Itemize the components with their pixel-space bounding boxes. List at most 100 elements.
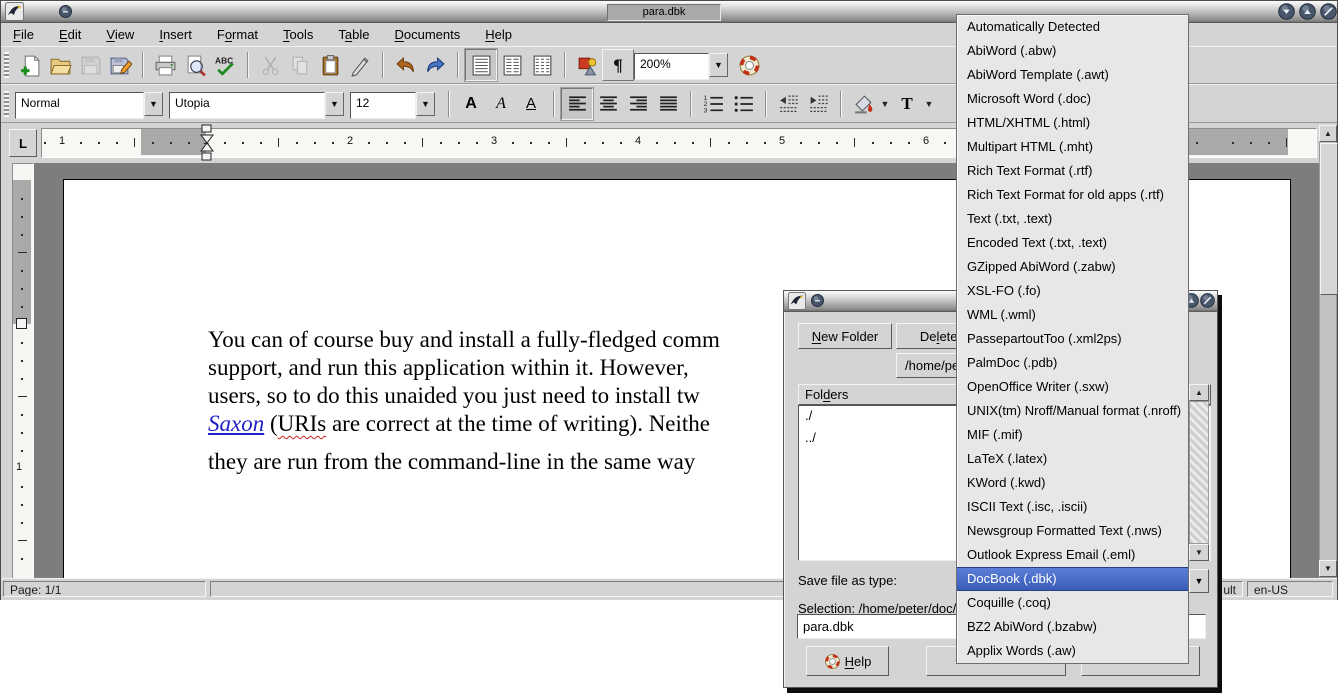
size-combobox-value[interactable]: 12 — [350, 92, 416, 119]
bullet-list-button[interactable] — [728, 89, 758, 119]
toolbar-grip[interactable] — [4, 91, 9, 117]
align-right-button[interactable] — [623, 89, 653, 119]
format-option[interactable]: Microsoft Word (.doc) — [957, 87, 1188, 111]
vertical-scrollbar[interactable]: ▲ ▼ — [1319, 125, 1337, 578]
help-lifebuoy-button[interactable] — [734, 50, 764, 80]
menu-documents[interactable]: Documents — [389, 25, 467, 44]
style-combobox-value[interactable]: Normal — [15, 92, 144, 119]
insert-image-button[interactable] — [572, 50, 602, 80]
align-left-button[interactable] — [561, 88, 593, 120]
fill-color-dropdown-arrow-icon[interactable]: ▼ — [878, 89, 892, 119]
scroll-down-icon[interactable]: ▼ — [1319, 560, 1337, 577]
paste-button[interactable] — [315, 50, 345, 80]
font-color-dropdown-arrow-icon[interactable]: ▼ — [922, 89, 936, 119]
style-combobox-arrow-icon[interactable]: ▼ — [144, 92, 163, 116]
save-as-button[interactable] — [105, 50, 135, 80]
format-option[interactable]: HTML/XHTML (.html) — [957, 111, 1188, 135]
view-normal-button[interactable] — [465, 49, 497, 81]
maximize-icon[interactable] — [1299, 3, 1316, 20]
format-option[interactable]: KWord (.kwd) — [957, 471, 1188, 495]
view-columns-2-button[interactable] — [497, 50, 527, 80]
view-columns-3-button[interactable] — [527, 50, 557, 80]
format-option[interactable]: PassepartoutToo (.xml2ps) — [957, 327, 1188, 351]
folder-list-item[interactable]: ../ — [799, 428, 977, 450]
font-color-button[interactable]: T — [892, 89, 922, 119]
indent-markers[interactable] — [197, 124, 217, 163]
dialog-close-icon[interactable] — [1200, 293, 1215, 308]
print-preview-button[interactable] — [180, 50, 210, 80]
file-type-combo-arrow-icon[interactable]: ▼ — [1189, 569, 1209, 593]
menu-format[interactable]: Format — [211, 25, 264, 44]
toolbar-grip[interactable] — [4, 52, 9, 78]
menu-table[interactable]: Table — [332, 25, 375, 44]
align-center-button[interactable] — [593, 89, 623, 119]
format-option[interactable]: Outlook Express Email (.eml) — [957, 543, 1188, 567]
format-option[interactable]: Applix Words (.aw) — [957, 639, 1188, 663]
dialog-window-menu-button[interactable] — [811, 294, 824, 307]
folder-list-item[interactable]: ./ — [799, 406, 977, 428]
unindent-button[interactable] — [773, 89, 803, 119]
folders-header[interactable]: Folders — [798, 384, 978, 405]
format-option[interactable]: BZ2 AbiWord (.bzabw) — [957, 615, 1188, 639]
files-scrollbar-track[interactable] — [1189, 401, 1209, 544]
format-option[interactable]: WML (.wml) — [957, 303, 1188, 327]
format-option[interactable]: GZipped AbiWord (.zabw) — [957, 255, 1188, 279]
scroll-up-icon[interactable]: ▲ — [1319, 125, 1337, 142]
format-option[interactable]: Text (.txt, .text) — [957, 207, 1188, 231]
top-margin-marker[interactable] — [16, 318, 27, 329]
format-option[interactable]: AbiWord (.abw) — [957, 39, 1188, 63]
format-option[interactable]: MIF (.mif) — [957, 423, 1188, 447]
size-combobox-arrow-icon[interactable]: ▼ — [416, 92, 435, 116]
undo-button[interactable] — [390, 50, 420, 80]
files-scroll-up-icon[interactable]: ▲ — [1189, 384, 1209, 401]
format-option[interactable]: LaTeX (.latex) — [957, 447, 1188, 471]
window-menu-button[interactable] — [59, 5, 72, 18]
format-option[interactable]: Multipart HTML (.mht) — [957, 135, 1188, 159]
open-folder-button[interactable] — [45, 50, 75, 80]
redo-button[interactable] — [420, 50, 450, 80]
format-option[interactable]: Newsgroup Formatted Text (.nws) — [957, 519, 1188, 543]
numbered-list-button[interactable]: 123 — [698, 89, 728, 119]
print-button[interactable] — [150, 50, 180, 80]
format-option-selected[interactable]: DocBook (.dbk) — [957, 567, 1188, 591]
menu-edit[interactable]: Edit — [53, 25, 87, 44]
help-button[interactable]: Help — [806, 646, 889, 676]
font-combobox-arrow-icon[interactable]: ▼ — [325, 92, 344, 116]
scrollbar-thumb[interactable] — [1320, 143, 1338, 295]
menu-view[interactable]: View — [100, 25, 140, 44]
format-option[interactable]: UNIX(tm) Nroff/Manual format (.nroff) — [957, 399, 1188, 423]
save-button[interactable] — [75, 50, 105, 80]
hyperlink[interactable]: Saxon — [208, 411, 264, 436]
pilcrow-button[interactable]: ¶ — [602, 49, 634, 81]
menu-insert[interactable]: Insert — [153, 25, 198, 44]
italic-button[interactable]: A — [486, 89, 516, 119]
size-combobox[interactable]: 12▼ — [350, 92, 435, 116]
close-icon[interactable] — [1320, 3, 1337, 20]
format-option[interactable]: Rich Text Format (.rtf) — [957, 159, 1188, 183]
tab-type-selector[interactable]: L — [9, 129, 37, 157]
format-option[interactable]: Encoded Text (.txt, .text) — [957, 231, 1188, 255]
format-option[interactable]: XSL-FO (.fo) — [957, 279, 1188, 303]
zoom-combobox[interactable]: 200%▼ — [634, 53, 728, 77]
menu-tools[interactable]: Tools — [277, 25, 319, 44]
fill-color-button[interactable] — [848, 89, 878, 119]
format-option[interactable]: Automatically Detected — [957, 15, 1188, 39]
folders-list[interactable]: ./../ — [798, 405, 978, 561]
bold-button[interactable]: A — [456, 89, 486, 119]
font-combobox-value[interactable]: Utopia — [169, 92, 325, 119]
format-option[interactable]: AbiWord Template (.awt) — [957, 63, 1188, 87]
zoom-combobox-arrow-icon[interactable]: ▼ — [709, 53, 728, 77]
shade-icon[interactable] — [1278, 3, 1295, 20]
format-option[interactable]: ISCII Text (.isc, .iscii) — [957, 495, 1188, 519]
format-option[interactable]: Rich Text Format for old apps (.rtf) — [957, 183, 1188, 207]
new-folder-button[interactable]: New Folder — [798, 323, 892, 349]
font-combobox[interactable]: Utopia▼ — [169, 92, 344, 116]
format-option[interactable]: Coquille (.coq) — [957, 591, 1188, 615]
format-option[interactable]: PalmDoc (.pdb) — [957, 351, 1188, 375]
menu-help[interactable]: Help — [479, 25, 518, 44]
copy-button[interactable] — [285, 50, 315, 80]
menu-file[interactable]: File — [7, 25, 40, 44]
cut-button[interactable] — [255, 50, 285, 80]
format-option[interactable]: OpenOffice Writer (.sxw) — [957, 375, 1188, 399]
style-combobox[interactable]: Normal▼ — [15, 92, 163, 116]
